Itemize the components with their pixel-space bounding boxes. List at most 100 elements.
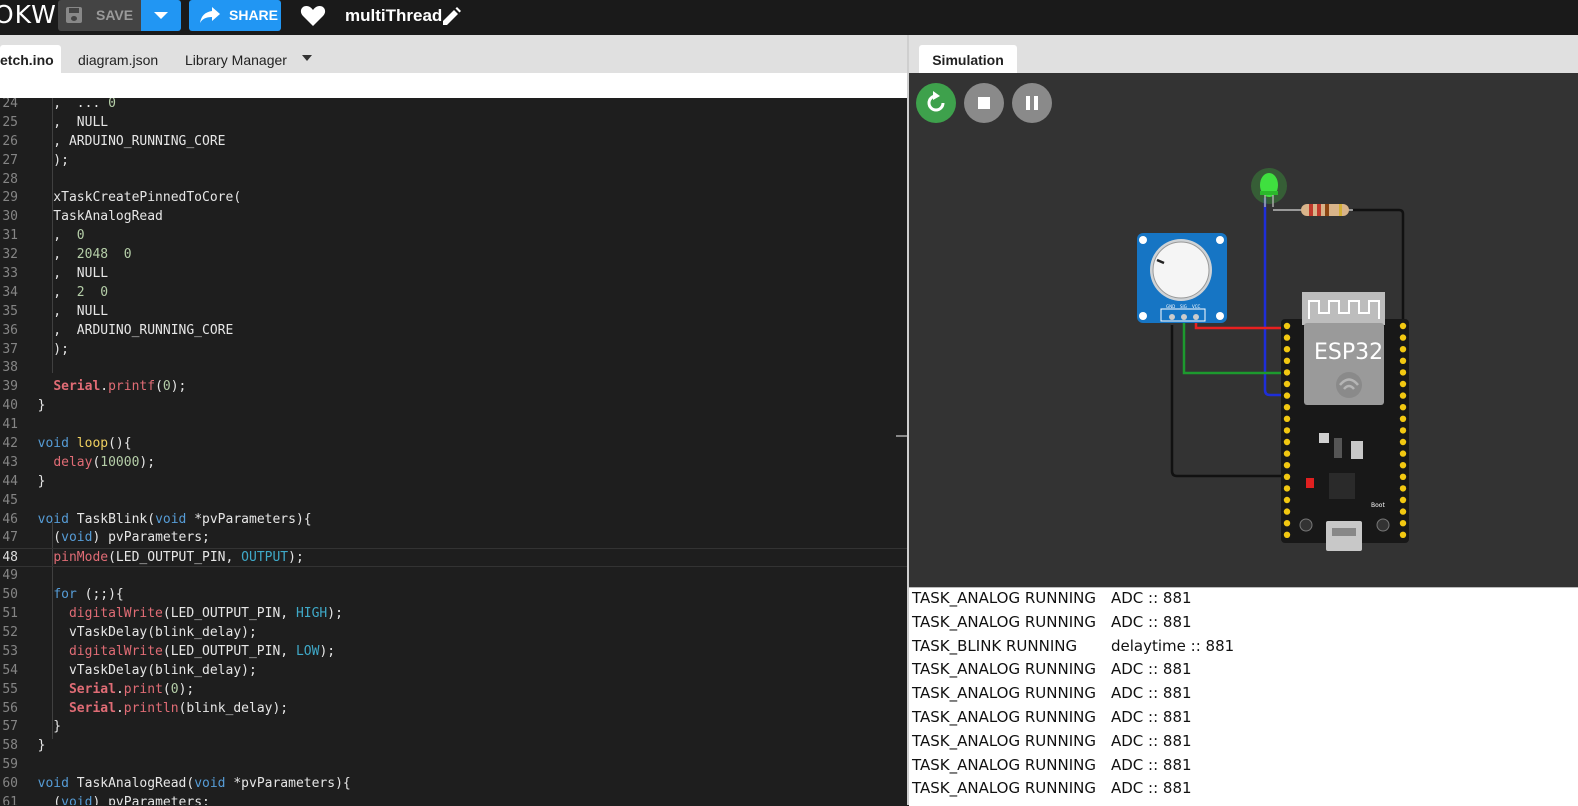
code-line[interactable]: 52 vTaskDelay(blink_delay); bbox=[0, 624, 907, 643]
board-pin[interactable] bbox=[1284, 323, 1290, 329]
code-line[interactable]: 24 , ... 0 bbox=[0, 98, 907, 114]
board-pin[interactable] bbox=[1400, 520, 1406, 526]
code-line[interactable]: 27 ); bbox=[0, 152, 907, 171]
tab-simulation[interactable]: Simulation bbox=[919, 45, 1017, 73]
code-line[interactable]: 34 , 2 0 bbox=[0, 284, 907, 303]
code-editor[interactable]: 24 , ... 0 25 , NULL 26 , ARDUINO_RUNNIN… bbox=[0, 98, 907, 805]
esp32-board[interactable] bbox=[1281, 292, 1409, 551]
board-pin[interactable] bbox=[1400, 450, 1406, 456]
board-pin[interactable] bbox=[1400, 346, 1406, 352]
board-pin[interactable] bbox=[1400, 508, 1406, 514]
code-line[interactable]: 55 Serial.print(0); bbox=[0, 681, 907, 700]
code-line[interactable]: 40 } bbox=[0, 397, 907, 416]
potentiometer[interactable] bbox=[1137, 233, 1227, 323]
board-pin[interactable] bbox=[1284, 392, 1290, 398]
code-line[interactable]: 60 void TaskAnalogRead(void *pvParameter… bbox=[0, 775, 907, 794]
code-line[interactable]: 38 bbox=[0, 359, 907, 378]
code-line[interactable]: 47 (void) pvParameters; bbox=[0, 529, 907, 548]
board-pin[interactable] bbox=[1400, 358, 1406, 364]
restart-simulation-button[interactable] bbox=[916, 83, 956, 123]
board-pin[interactable] bbox=[1400, 427, 1406, 433]
code-line[interactable]: 26 , ARDUINO_RUNNING_CORE bbox=[0, 133, 907, 152]
code-text: digitalWrite(LED_OUTPUT_PIN, HIGH); bbox=[22, 605, 343, 624]
board-pin[interactable] bbox=[1400, 416, 1406, 422]
code-line[interactable]: 28 bbox=[0, 171, 907, 190]
board-pin[interactable] bbox=[1284, 427, 1290, 433]
code-line[interactable]: 45 bbox=[0, 492, 907, 511]
code-line[interactable]: 61 (void) pvParameters; bbox=[0, 794, 907, 805]
code-line[interactable]: 59 bbox=[0, 756, 907, 775]
share-button[interactable]: SHARE bbox=[189, 0, 281, 31]
board-pin[interactable] bbox=[1400, 497, 1406, 503]
tab-diagram-json[interactable]: diagram.json bbox=[78, 45, 158, 73]
edit-icon[interactable] bbox=[440, 6, 462, 28]
chevron-down-icon[interactable] bbox=[302, 55, 312, 61]
board-pin[interactable] bbox=[1284, 439, 1290, 445]
serial-task-name: TASK_BLINK RUNNING bbox=[912, 637, 1077, 655]
board-pin[interactable] bbox=[1284, 381, 1290, 387]
code-line[interactable]: 31 , 0 bbox=[0, 227, 907, 246]
board-pin[interactable] bbox=[1400, 381, 1406, 387]
code-line[interactable]: 46 void TaskBlink(void *pvParameters){ bbox=[0, 511, 907, 530]
board-pin[interactable] bbox=[1284, 474, 1290, 480]
board-pin[interactable] bbox=[1284, 358, 1290, 364]
board-pin[interactable] bbox=[1400, 474, 1406, 480]
project-title[interactable]: multiThread bbox=[345, 6, 442, 26]
led-green[interactable] bbox=[1251, 168, 1287, 207]
save-options-button[interactable] bbox=[141, 0, 181, 31]
board-pin[interactable] bbox=[1284, 334, 1290, 340]
board-pin[interactable] bbox=[1400, 532, 1406, 538]
code-line[interactable]: 42 void loop(){ bbox=[0, 435, 907, 454]
code-line[interactable]: 58 } bbox=[0, 737, 907, 756]
board-pin[interactable] bbox=[1284, 508, 1290, 514]
code-line[interactable]: 37 ); bbox=[0, 341, 907, 360]
board-pin[interactable] bbox=[1400, 485, 1406, 491]
code-line[interactable]: 57 } bbox=[0, 718, 907, 737]
board-pin[interactable] bbox=[1400, 439, 1406, 445]
code-line[interactable]: 39 Serial.printf(0); bbox=[0, 378, 907, 397]
code-line[interactable]: 48 pinMode(LED_OUTPUT_PIN, OUTPUT); bbox=[0, 548, 907, 567]
pause-simulation-button[interactable] bbox=[1012, 83, 1052, 123]
code-line[interactable]: 49 bbox=[0, 567, 907, 586]
board-pin[interactable] bbox=[1284, 532, 1290, 538]
code-line[interactable]: 35 , NULL bbox=[0, 303, 907, 322]
board-pin[interactable] bbox=[1284, 416, 1290, 422]
code-line[interactable]: 54 vTaskDelay(blink_delay); bbox=[0, 662, 907, 681]
board-pin[interactable] bbox=[1400, 392, 1406, 398]
code-line[interactable]: 44 } bbox=[0, 473, 907, 492]
code-line[interactable]: 30 TaskAnalogRead bbox=[0, 208, 907, 227]
code-line[interactable]: 32 , 2048 0 bbox=[0, 246, 907, 265]
board-pin[interactable] bbox=[1400, 369, 1406, 375]
code-line[interactable]: 53 digitalWrite(LED_OUTPUT_PIN, LOW); bbox=[0, 643, 907, 662]
tab-sketch-ino[interactable]: etch.ino bbox=[0, 45, 61, 73]
code-line[interactable]: 50 for (;;){ bbox=[0, 586, 907, 605]
code-line[interactable]: 56 Serial.println(blink_delay); bbox=[0, 700, 907, 719]
resistor[interactable] bbox=[1273, 204, 1353, 216]
stop-simulation-button[interactable] bbox=[964, 83, 1004, 123]
simulation-canvas[interactable]: GND SIG VCC ESP32 Boot bbox=[909, 73, 1578, 587]
save-button[interactable]: SAVE bbox=[58, 0, 141, 31]
wokwi-logo[interactable]: OKWI bbox=[0, 0, 65, 35]
code-line[interactable]: 33 , NULL bbox=[0, 265, 907, 284]
code-line[interactable]: 41 bbox=[0, 416, 907, 435]
heart-icon[interactable] bbox=[300, 4, 326, 28]
board-pin[interactable] bbox=[1284, 404, 1290, 410]
board-pin[interactable] bbox=[1284, 450, 1290, 456]
board-pin[interactable] bbox=[1284, 462, 1290, 468]
board-pin[interactable] bbox=[1400, 323, 1406, 329]
serial-monitor[interactable]: TASK_ANALOG RUNNING ADC :: 881 TASK_ANALOG… bbox=[909, 587, 1578, 806]
board-pin[interactable] bbox=[1284, 485, 1290, 491]
board-pin[interactable] bbox=[1400, 462, 1406, 468]
code-line[interactable]: 36 , ARDUINO_RUNNING_CORE bbox=[0, 322, 907, 341]
board-pin[interactable] bbox=[1284, 346, 1290, 352]
board-pin[interactable] bbox=[1284, 369, 1290, 375]
code-line[interactable]: 51 digitalWrite(LED_OUTPUT_PIN, HIGH); bbox=[0, 605, 907, 624]
code-line[interactable]: 43 delay(10000); bbox=[0, 454, 907, 473]
board-pin[interactable] bbox=[1400, 334, 1406, 340]
board-pin[interactable] bbox=[1284, 520, 1290, 526]
board-pin[interactable] bbox=[1284, 497, 1290, 503]
code-line[interactable]: 25 , NULL bbox=[0, 114, 907, 133]
board-pin[interactable] bbox=[1400, 404, 1406, 410]
tab-library-manager[interactable]: Library Manager bbox=[185, 45, 287, 73]
code-line[interactable]: 29 xTaskCreatePinnedToCore( bbox=[0, 189, 907, 208]
